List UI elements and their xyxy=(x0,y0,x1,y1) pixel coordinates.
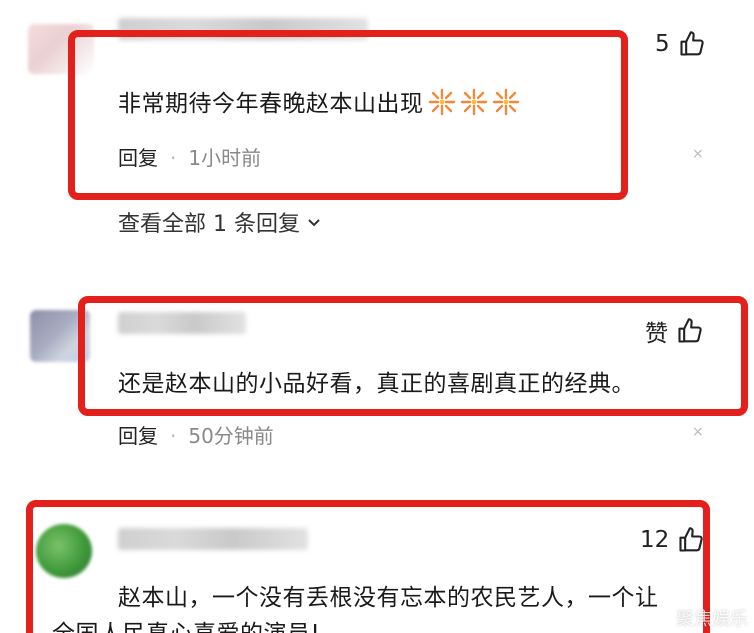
like-count: 5 xyxy=(655,31,670,57)
watermark: 聚焦娱乐 xyxy=(676,609,748,630)
firework-emoji xyxy=(460,88,487,116)
firework-emoji xyxy=(492,88,519,116)
comment-text-line1: 赵本山，一个没有丢根没有忘本的农民艺人，一个让 xyxy=(118,585,659,611)
comment-text: 还是赵本山的小品好看，真正的喜剧真正的经典。 xyxy=(118,371,635,397)
close-icon[interactable]: × xyxy=(692,424,704,440)
timestamp: 1小时前 xyxy=(188,146,262,170)
comment-text: 非常期待今年春晚赵本山出现 xyxy=(118,84,520,118)
close-icon[interactable]: × xyxy=(692,146,704,162)
separator-dot: · xyxy=(170,146,177,170)
timestamp: 50分钟前 xyxy=(188,424,274,448)
thumbs-up-icon xyxy=(680,31,704,56)
like-button[interactable]: 12 xyxy=(640,526,705,554)
reply-button[interactable]: 回复 xyxy=(118,146,158,170)
like-count: 12 xyxy=(640,527,670,553)
thumbs-up-icon xyxy=(678,318,702,343)
thumbs-up-icon xyxy=(679,527,704,552)
reply-button[interactable]: 回复 xyxy=(118,424,158,448)
comment-meta: 回复 · 50分钟前 xyxy=(118,420,274,449)
view-replies-link[interactable]: 查看全部 1 条回复 xyxy=(118,206,322,238)
comment-text-line2: 全国人民真心喜爱的演员! xyxy=(52,614,320,633)
comment-screen: 5 非常期待今年春晚赵本山出现 回复 · 1小时前 × 查看全部 1 条回复 赞 还… xyxy=(0,0,754,633)
like-label: 赞 xyxy=(645,321,668,347)
like-button[interactable]: 5 xyxy=(655,30,706,58)
comment-meta: 回复 · 1小时前 xyxy=(118,142,261,171)
separator-dot: · xyxy=(170,424,177,448)
view-replies-label: 查看全部 1 条回复 xyxy=(118,212,300,237)
chevron-down-icon xyxy=(308,219,320,227)
like-button[interactable]: 赞 xyxy=(645,314,704,348)
firework-emoji xyxy=(428,88,455,116)
